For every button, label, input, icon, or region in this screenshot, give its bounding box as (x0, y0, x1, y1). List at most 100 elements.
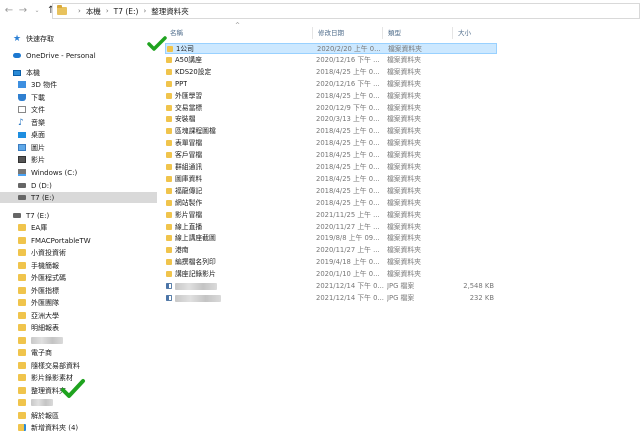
file-row-folder[interactable]: 線上講座截圖 2019/8/8 上午 09... 檔案資料夾 (165, 233, 497, 244)
sidebar-item-label: D (D:) (31, 181, 52, 190)
file-row-folder[interactable]: 編撰檔名列印 2019/4/18 上午 0... 檔案資料夾 (165, 257, 497, 268)
sidebar-item-quick-access[interactable]: ★ 快速存取 (0, 33, 157, 44)
file-type: 檔案資料夾 (387, 258, 421, 267)
image-file-icon (166, 294, 172, 301)
file-name: 外匯學習 (175, 91, 203, 100)
folder-icon (18, 349, 26, 356)
folder-icon (166, 211, 172, 218)
breadcrumb-separator-icon[interactable]: › (78, 7, 81, 15)
file-type: 檔案資料夾 (387, 174, 421, 183)
sidebar-item-folder[interactable]: 手機簡報 (0, 260, 157, 271)
file-name: 安裝檔 (175, 115, 196, 124)
breadcrumb-separator-icon[interactable]: › (106, 7, 109, 15)
file-row-folder[interactable]: 福龍傳記 2018/4/25 上午 0... 檔案資料夾 (165, 186, 497, 197)
sidebar-item-folder[interactable]: 明細報表 (0, 322, 157, 333)
forward-arrow-icon[interactable]: → (16, 0, 30, 22)
back-arrow-icon[interactable]: ← (2, 0, 16, 22)
sidebar-item-folder[interactable]: 解於報區 (0, 410, 157, 421)
file-row-folder[interactable]: 交易當標 2020/12/9 下午 0... 檔案資料夾 (165, 103, 497, 114)
windows-drive-icon (18, 169, 26, 176)
folder-icon (166, 56, 172, 63)
sidebar-item-t7-drive[interactable]: T7 (E:) (0, 192, 157, 203)
sidebar-item-folder[interactable]: 小資投資術 (0, 247, 157, 258)
drive-icon (13, 213, 21, 218)
folder-icon (18, 237, 26, 244)
sidebar-item-t7-drive-root[interactable]: T7 (E:) (0, 210, 157, 221)
sidebar-item-videos[interactable]: 影片 (0, 154, 157, 165)
file-row-folder[interactable]: 影片冒檔 2021/11/25 上午 ... 檔案資料夾 (165, 210, 497, 221)
file-row-folder[interactable]: 網站製作 2018/4/25 上午 0... 檔案資料夾 (165, 198, 497, 209)
sidebar-item-label: 外匯指標 (31, 286, 59, 295)
recent-locations-chevron-icon[interactable]: ⌄ (30, 0, 44, 22)
file-row-folder[interactable]: 線上直播 2020/11/27 上午 ... 檔案資料夾 (165, 222, 497, 233)
music-icon: ♪ (18, 117, 24, 128)
redacted-label (31, 399, 53, 406)
sidebar-item-documents[interactable]: 文件 (0, 104, 157, 115)
breadcrumb-current-folder[interactable]: 整理資料夾 (151, 6, 189, 17)
file-row-folder[interactable]: 講座記錄影片 2020/1/10 上午 0... 檔案資料夾 (165, 269, 497, 280)
file-name: 客戶冒檔 (175, 151, 203, 160)
file-row-folder[interactable]: 港南 2020/11/27 上午 ... 檔案資料夾 (165, 245, 497, 256)
file-modified-date: 2018/4/25 上午 0... (316, 163, 380, 171)
file-type: 檔案資料夾 (387, 55, 421, 64)
breadcrumb-this-pc[interactable]: 本機 (86, 6, 101, 17)
file-row-jpg[interactable]: 2021/12/14 下午 0... JPG 檔案 2,548 KB (165, 281, 497, 292)
sidebar-item-3d-objects[interactable]: 3D 物件 (0, 79, 157, 90)
file-row-folder[interactable]: PPT 2020/12/16 下午 ... 檔案資料夾 (165, 79, 497, 90)
file-type: 檔案資料夾 (387, 198, 421, 207)
column-header-type[interactable]: 類型 (383, 27, 453, 39)
sidebar-item-label: 音樂 (31, 118, 45, 127)
folder-icon (167, 46, 173, 52)
sidebar-item-folder-redacted[interactable] (0, 335, 157, 346)
sidebar-item-folder[interactable]: 外匯指標 (0, 285, 157, 296)
sidebar-item-folder[interactable]: 隨樣交易部資料 (0, 360, 157, 371)
file-row-folder[interactable]: 1公司 2020/2/20 上午 0... 檔案資料夾 (165, 43, 497, 54)
column-header-date[interactable]: 修改日期 (313, 27, 383, 39)
breadcrumb-t7-drive[interactable]: T7 (E:) (114, 7, 139, 16)
sidebar-item-label: OneDrive - Personal (26, 51, 96, 60)
sidebar-item-label: 快速存取 (26, 34, 54, 43)
file-row-folder[interactable]: 客戶冒檔 2018/4/25 上午 0... 檔案資料夾 (165, 150, 497, 161)
cube-icon (18, 81, 26, 88)
sidebar-item-onedrive[interactable]: OneDrive - Personal (0, 50, 157, 61)
sidebar-item-folder[interactable]: FMACPortableTW (0, 235, 157, 246)
column-header-name[interactable]: 名稱 (165, 27, 313, 39)
folder-icon (18, 224, 26, 231)
file-row-folder[interactable]: 表單冒檔 2018/4/25 上午 0... 檔案資料夾 (165, 138, 497, 149)
file-row-folder[interactable]: KDS20設定 2018/4/25 上午 0... 檔案資料夾 (165, 67, 497, 78)
folder-icon (166, 271, 172, 278)
file-row-folder[interactable]: 安裝檔 2020/3/13 上午 0... 檔案資料夾 (165, 114, 497, 125)
file-row-folder[interactable]: 群組通訊 2018/4/25 上午 0... 檔案資料夾 (165, 162, 497, 173)
sidebar-item-folder[interactable]: 電子商 (0, 347, 157, 358)
file-modified-date: 2021/12/14 下午 0... (316, 282, 384, 290)
sidebar-item-new-folder[interactable]: 新增資料夾 (4) (0, 422, 157, 433)
breadcrumb-separator-icon[interactable]: › (143, 7, 146, 15)
sidebar-item-pictures[interactable]: 圖片 (0, 142, 157, 153)
file-row-folder[interactable]: 圖庫資料 2018/4/25 上午 0... 檔案資料夾 (165, 174, 497, 185)
breadcrumb[interactable]: › 本機 › T7 (E:) › 整理資料夾 (52, 3, 640, 19)
sidebar-item-folder[interactable]: 外匯團隊 (0, 297, 157, 308)
file-modified-date: 2020/1/10 上午 0... (316, 270, 380, 279)
folder-icon (166, 152, 172, 159)
file-type: JPG 檔案 (387, 293, 415, 302)
sidebar-item-windows-c[interactable]: Windows (C:) (0, 167, 157, 178)
sidebar-item-label: T7 (E:) (26, 211, 50, 220)
file-row-jpg[interactable]: 2021/12/14 下午 0... JPG 檔案 232 KB (165, 293, 497, 304)
file-row-folder[interactable]: 外匯學習 2018/4/25 上午 0... 檔案資料夾 (165, 91, 497, 102)
folder-icon (166, 247, 172, 254)
sidebar-item-folder[interactable]: EA庫 (0, 222, 157, 233)
folder-icon (166, 104, 172, 111)
sidebar-item-music[interactable]: ♪ 音樂 (0, 117, 157, 128)
computer-icon (13, 69, 21, 76)
sidebar-item-d-drive[interactable]: D (D:) (0, 180, 157, 191)
sidebar-item-this-pc[interactable]: 本機 (0, 67, 157, 78)
sidebar-item-folder[interactable]: 外匯程式碼 (0, 272, 157, 283)
sidebar-item-downloads[interactable]: 下載 (0, 92, 157, 103)
file-row-folder[interactable]: A50講座 2020/12/16 下午 ... 檔案資料夾 (165, 55, 497, 66)
folder-icon (166, 235, 172, 242)
file-row-folder[interactable]: 區塊課程圖檔 2018/4/25 上午 0... 檔案資料夾 (165, 126, 497, 137)
column-header-size[interactable]: 大小 (453, 27, 497, 39)
sidebar-item-desktop[interactable]: 桌面 (0, 129, 157, 140)
sidebar-item-folder[interactable]: 亞洲大學 (0, 310, 157, 321)
file-type: 檔案資料夾 (387, 139, 421, 148)
